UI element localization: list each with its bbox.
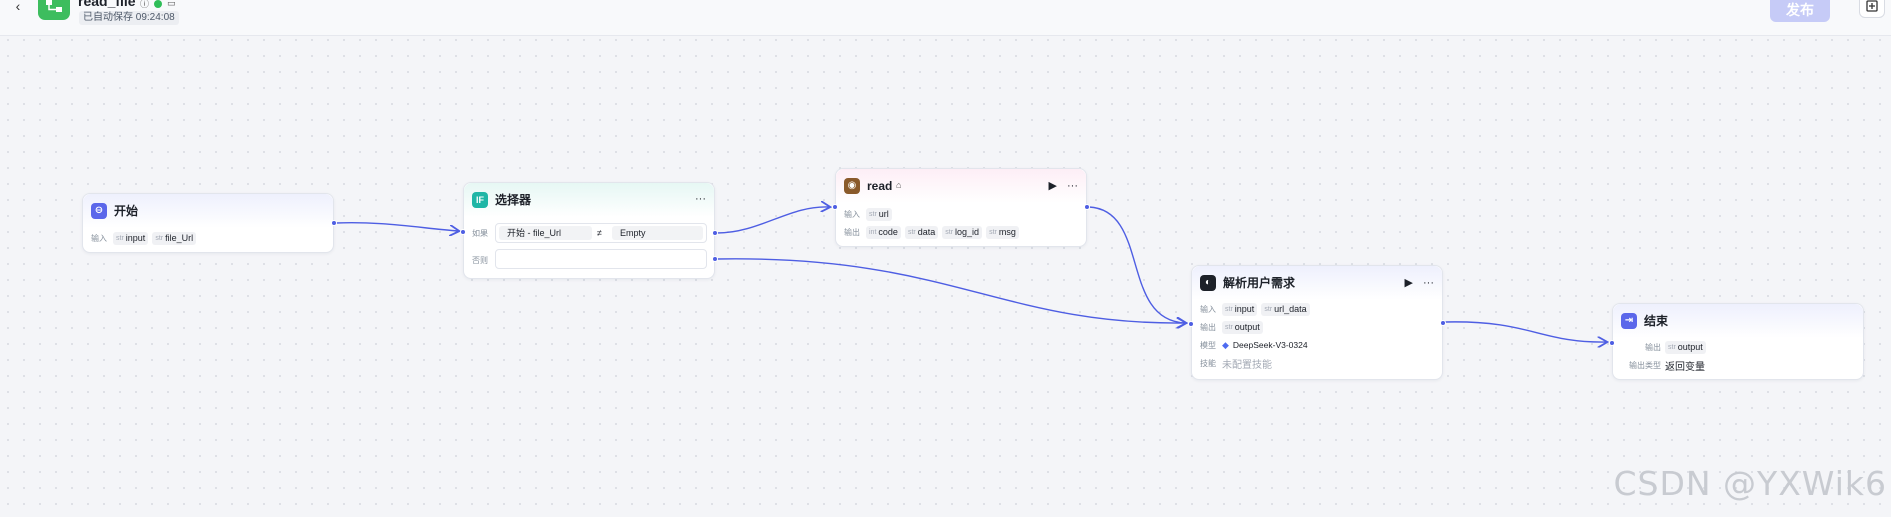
else-output-handle[interactable] [712,256,718,262]
skill-label: 技能 [1200,358,1216,368]
edge-selector-llm [716,258,1185,323]
input-label: 输入 [1200,304,1216,314]
model-name: DeepSeek-V3-0324 [1232,340,1308,350]
param-tag: str log_id [942,225,983,239]
edge-llm-end [1444,321,1606,342]
node-llm[interactable]: ◐ 解析用户需求 ▶ ··· 输入 str input str url_data 输出… [1188,265,1446,380]
input-handle[interactable] [832,204,838,210]
workflow-edges [335,0,1891,517]
more-menu-icon[interactable]: ··· [695,193,706,205]
if-icon: IF [472,192,488,208]
back-arrow-icon[interactable]: ‹ [10,0,26,14]
param-tag: str output [1665,340,1706,354]
run-icon[interactable]: ▶ [1405,276,1413,289]
more-menu-icon[interactable]: ··· [1067,180,1078,192]
skill-value: 未配置技能 [1222,359,1272,371]
node-read[interactable]: ◉ read ⌂ ▶ ··· 输入 str url 输出 int code str da… [832,168,1090,247]
llm-icon: ◐ [1200,275,1216,291]
param-tag: int code [866,225,901,239]
output-label: 输出 [1200,322,1216,332]
more-menu-icon[interactable]: ··· [1423,277,1434,289]
run-icon[interactable]: ▶ [1049,179,1057,192]
param-tag: str url_data [1261,302,1310,316]
status-dot-icon [154,0,163,8]
param-tag: str file_Url [152,231,197,245]
edge-start-selector [335,221,458,231]
store-icon: ⌂ [896,180,902,190]
input-handle[interactable] [460,229,466,235]
publish-button[interactable]: 发布 [1770,0,1830,22]
input-label: 输入 [844,209,860,219]
input-handle[interactable] [1188,321,1194,327]
param-tag: str input [113,231,149,245]
node-selector[interactable]: IF 选择器 ··· 如果 开始 - file_Url ≠ Empty 否则 [460,182,718,279]
param-tag: str msg [986,225,1019,239]
param-tag: str input [1222,302,1258,316]
else-label: 否则 [472,255,488,265]
workflow-name: read_file [78,0,136,9]
node-title: 结束 [1644,314,1669,328]
if-label: 如果 [472,228,488,238]
output-label: 输出 [1645,342,1661,352]
node-title: 开始 [114,204,139,218]
deepseek-icon: ◆ [1222,339,1229,350]
start-icon: ⊖ [91,203,107,219]
node-start[interactable]: ⊖ 开始 输入 str input str file_Url [82,193,337,253]
output-label: 输出 [844,227,860,237]
node-title: 解析用户需求 [1223,276,1296,290]
export-icon[interactable] [1859,0,1885,18]
edit-icon[interactable]: ▭ [167,0,176,9]
else-box[interactable] [495,249,707,269]
workflow-logo-icon [38,0,70,20]
end-icon: ⇥ [1621,313,1637,329]
autosave-status: 已自动保存 09:24:08 [79,11,179,25]
edge-selector-read [716,207,829,234]
param-tag: str data [904,225,939,239]
param-tag: str output [1222,320,1263,334]
output-handle[interactable] [1084,204,1090,210]
if-output-handle[interactable] [712,230,718,236]
plugin-icon: ◉ [844,178,860,194]
info-icon[interactable]: ⓘ [140,0,149,10]
condition-left: 开始 - file_Url [499,226,592,240]
operator: ≠ [597,228,602,238]
node-end[interactable]: ⇥ 结束 输出 str output 输出类型 返回变量 [1609,303,1864,380]
node-title: 选择器 [495,193,532,207]
condition-right: Empty [612,226,703,240]
param-tag: str url [866,207,892,221]
output-handle[interactable] [331,220,337,226]
condition-box[interactable]: 开始 - file_Url ≠ Empty [495,223,707,243]
output-type-value: 返回变量 [1665,361,1705,373]
input-label: 输入 [91,233,107,243]
top-bar: ‹ read_file ⓘ ▭ 已自动保存 09:24:08 发布 [0,0,1891,36]
model-label: 模型 [1200,340,1216,350]
input-handle[interactable] [1609,340,1615,346]
node-title: read [867,179,893,193]
watermark: CSDN @YXWik6 [1613,464,1887,503]
output-handle[interactable] [1440,320,1446,326]
output-type-label: 输出类型 [1629,360,1661,370]
edge-read-llm [1088,206,1185,323]
